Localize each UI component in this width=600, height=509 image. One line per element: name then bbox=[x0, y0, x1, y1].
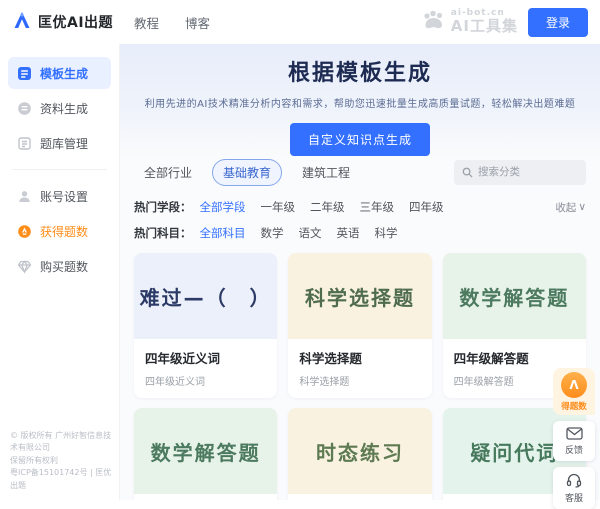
filter-option-all-subjects[interactable]: 全部科目 bbox=[200, 225, 246, 241]
sidebar-footer: © 版权所有 广州好智信息技术有限公司 保留所有权利 粤ICP备15101742… bbox=[10, 430, 115, 492]
filter-label: 热门学段： bbox=[134, 199, 192, 215]
sidebar-item-template-generate[interactable]: 模板生成 bbox=[8, 57, 111, 89]
sidebar-item-label: 账号设置 bbox=[40, 188, 88, 205]
main-content: 根据模板生成 利用先进的AI技术精准分析内容和需求，帮助您迅速批量生成高质量试题… bbox=[120, 44, 600, 500]
feedback-label: 反馈 bbox=[553, 443, 595, 456]
envelope-icon bbox=[553, 427, 595, 440]
top-header: 匡优AI出题 教程 博客 ai-bot.cn AI工具集 登录 bbox=[0, 0, 600, 44]
sidebar: 模板生成 资料生成 题库管理 账号设置 获得题数 购买题数 © 版权所有 广州好… bbox=[0, 44, 120, 500]
coin-icon bbox=[17, 224, 32, 239]
top-nav: 教程 博客 bbox=[134, 13, 210, 32]
sidebar-item-label: 资料生成 bbox=[40, 100, 88, 117]
template-card[interactable]: 数学解答题 三年级解答题 bbox=[134, 408, 277, 500]
card-subtitle: 四年级近义词 bbox=[145, 373, 266, 388]
copyright-line2: 保留所有权利 bbox=[10, 455, 115, 467]
card-title: 四年级解答题 bbox=[454, 348, 575, 367]
sidebar-item-label: 购买题数 bbox=[40, 258, 88, 275]
card-title: 四年级近义词 bbox=[145, 348, 266, 367]
card-subtitle: 科学选择题 bbox=[299, 373, 420, 388]
diamond-icon bbox=[17, 259, 32, 274]
floating-action-bar: Λ 得题数 反馈 客服 bbox=[553, 368, 595, 509]
filter-option-english[interactable]: 英语 bbox=[337, 225, 360, 241]
page-title: 根据模板生成 bbox=[120, 55, 600, 87]
database-icon bbox=[17, 136, 32, 151]
template-card[interactable]: 科学选择题 科学选择题 科学选择题 bbox=[288, 253, 431, 398]
watermark: ai-bot.cn AI工具集 bbox=[421, 9, 518, 35]
catalog-panel: 全部行业 基础教育 建筑工程 热门学段： 全部学段 一年级 二年级 三年级 四年… bbox=[120, 154, 600, 500]
card-preview: 难过—（ ） bbox=[134, 253, 277, 339]
document-circle-icon bbox=[17, 101, 32, 116]
tab-construction[interactable]: 建筑工程 bbox=[292, 160, 360, 185]
chevron-down-icon: ∨ bbox=[578, 201, 586, 213]
filter-row-grade: 热门学段： 全部学段 一年级 二年级 三年级 四年级 收起∨ bbox=[134, 194, 586, 220]
search-input[interactable] bbox=[478, 166, 578, 178]
sidebar-item-label: 获得题数 bbox=[40, 223, 88, 240]
ai-coin-icon: Λ bbox=[561, 372, 587, 398]
filter-option-grade3[interactable]: 三年级 bbox=[360, 199, 395, 215]
template-card-grid: 难过—（ ） 四年级近义词 四年级近义词 科学选择题 科学选择题 科学选择题 数… bbox=[120, 248, 600, 500]
custom-knowledge-generate-button[interactable]: 自定义知识点生成 bbox=[290, 123, 430, 156]
card-preview: 科学选择题 bbox=[288, 253, 431, 339]
industry-tabs: 全部行业 基础教育 建筑工程 bbox=[120, 154, 600, 190]
card-preview: 数学解答题 bbox=[443, 253, 586, 339]
sidebar-item-account-settings[interactable]: 账号设置 bbox=[8, 180, 111, 212]
logo-icon bbox=[12, 10, 32, 34]
icp-line: 粤ICP备15101742号 | 匡优出题 bbox=[10, 467, 115, 492]
filter-row-subject: 热门科目： 全部科目 数学 语文 英语 科学 bbox=[134, 220, 586, 246]
filter-option-grade4[interactable]: 四年级 bbox=[409, 199, 444, 215]
filter-option-grade1[interactable]: 一年级 bbox=[261, 199, 296, 215]
search-icon bbox=[462, 163, 473, 182]
filter-option-all-grades[interactable]: 全部学段 bbox=[200, 199, 246, 215]
sidebar-item-buy-questions[interactable]: 购买题数 bbox=[8, 250, 111, 282]
card-preview: 数学解答题 bbox=[134, 408, 277, 494]
headset-icon bbox=[553, 473, 595, 488]
earn-questions-label: 得题数 bbox=[555, 400, 593, 412]
card-title: 科学选择题 bbox=[299, 348, 420, 367]
nav-blog[interactable]: 博客 bbox=[185, 13, 210, 32]
template-card[interactable]: 难过—（ ） 四年级近义词 四年级近义词 bbox=[134, 253, 277, 398]
paw-icon bbox=[421, 9, 447, 35]
customer-service-label: 客服 bbox=[553, 491, 595, 504]
tab-basic-education[interactable]: 基础教育 bbox=[212, 159, 282, 186]
feedback-button[interactable]: 反馈 bbox=[553, 421, 595, 461]
template-card[interactable]: 时态练习 三年级英语时态练习 bbox=[288, 408, 431, 500]
app-logo[interactable]: 匡优AI出题 bbox=[12, 10, 120, 34]
sidebar-item-question-bank[interactable]: 题库管理 bbox=[8, 127, 111, 159]
collapse-toggle[interactable]: 收起∨ bbox=[555, 200, 586, 215]
sidebar-item-label: 模板生成 bbox=[40, 65, 88, 82]
tab-all-industries[interactable]: 全部行业 bbox=[134, 160, 202, 185]
filter-option-chinese[interactable]: 语文 bbox=[299, 225, 322, 241]
sidebar-item-label: 题库管理 bbox=[40, 135, 88, 152]
sidebar-item-earn-questions[interactable]: 获得题数 bbox=[8, 215, 111, 247]
sidebar-item-material-generate[interactable]: 资料生成 bbox=[8, 92, 111, 124]
app-title: 匡优AI出题 bbox=[38, 12, 113, 32]
customer-service-button[interactable]: 客服 bbox=[553, 467, 595, 509]
hero-section: 根据模板生成 利用先进的AI技术精准分析内容和需求，帮助您迅速批量生成高质量试题… bbox=[120, 44, 600, 154]
filter-section: 热门学段： 全部学段 一年级 二年级 三年级 四年级 收起∨ 热门科目： 全部科… bbox=[120, 190, 600, 248]
filter-option-math[interactable]: 数学 bbox=[261, 225, 284, 241]
filter-option-grade2[interactable]: 二年级 bbox=[310, 199, 345, 215]
template-icon bbox=[17, 66, 32, 81]
copyright-line1: © 版权所有 广州好智信息技术有限公司 bbox=[10, 430, 115, 455]
nav-tutorial[interactable]: 教程 bbox=[134, 13, 159, 32]
filter-label: 热门科目： bbox=[134, 225, 192, 241]
login-button[interactable]: 登录 bbox=[528, 8, 588, 37]
card-preview: 时态练习 bbox=[288, 408, 431, 494]
watermark-line2: AI工具集 bbox=[451, 19, 518, 35]
filter-option-science[interactable]: 科学 bbox=[375, 225, 398, 241]
sidebar-divider bbox=[12, 169, 107, 170]
earn-questions-float-button[interactable]: Λ 得题数 bbox=[553, 368, 595, 415]
search-category-box[interactable] bbox=[454, 160, 586, 185]
user-icon bbox=[17, 189, 32, 204]
page-subtitle: 利用先进的AI技术精准分析内容和需求，帮助您迅速批量生成高质量试题，轻松解决出题… bbox=[120, 95, 600, 110]
